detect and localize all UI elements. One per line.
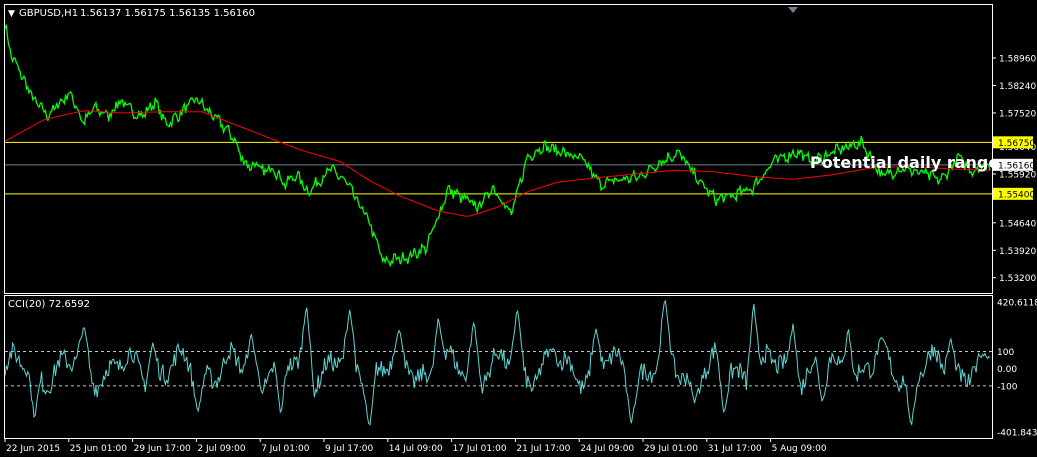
chart-symbol: GBPUSD,H1 [19, 8, 78, 19]
price-tick-label: 1.53920 [999, 247, 1036, 257]
price-tick-label: 1.58960 [999, 55, 1036, 65]
level-label: 1.55400 [998, 190, 1035, 200]
time-tick-label: 25 Jun 01:00 [70, 444, 127, 454]
indicator-panel-frame [4, 295, 993, 439]
shift-marker-icon[interactable] [788, 7, 798, 13]
cci-line [4, 299, 991, 426]
time-tick-label: 7 Jul 01:00 [261, 444, 310, 454]
price-tick-label: 1.58240 [999, 82, 1036, 92]
price-tick-label: 1.54640 [999, 219, 1036, 229]
time-tick-label: 21 Jul 17:00 [516, 444, 570, 454]
price-tick-label: 1.57520 [999, 109, 1036, 119]
cci-tick-label: 420.6118 [997, 299, 1037, 309]
time-tick-label: 17 Jul 01:00 [453, 444, 507, 454]
chart-canvas[interactable]: ▼ GBPUSD,H1 1.56137 1.56175 1.56135 1.56… [0, 0, 1037, 457]
price-series-line [4, 24, 991, 268]
time-tick-label: 24 Jul 09:00 [580, 444, 634, 454]
time-tick-label: 9 Jul 17:00 [325, 444, 374, 454]
cci-series-group [4, 299, 991, 426]
price-tick-label: 1.55920 [999, 170, 1036, 180]
level-label: 1.56160 [998, 161, 1035, 171]
cci-title: CCI(20) 72.6592 [8, 299, 90, 310]
time-tick-label: 2 Jul 09:00 [197, 444, 246, 454]
symbol-dropdown-icon[interactable]: ▼ [8, 9, 15, 19]
time-axis: 22 Jun 2015 25 Jun 01:00 29 Jun 17:00 2 Jul… [4, 438, 827, 454]
time-tick-label: 29 Jun 17:00 [134, 444, 191, 454]
time-tick-label: 31 Jul 17:00 [708, 444, 762, 454]
main-series-group [4, 24, 991, 268]
level-label: 1.56750 [998, 139, 1035, 149]
price-tick-label: 1.53200 [999, 274, 1036, 284]
ohlc-readout: 1.56137 1.56175 1.56135 1.56160 [80, 8, 255, 19]
time-tick-label: 29 Jul 01:00 [644, 444, 698, 454]
potential-range-annotation[interactable]: Potential daily range [810, 153, 999, 172]
cci-tick-label: -100 [997, 382, 1018, 392]
time-tick-label: 14 Jul 09:00 [389, 444, 443, 454]
cci-tick-label: 0.00 [997, 365, 1017, 375]
time-tick-label: 22 Jun 2015 [6, 444, 60, 454]
time-tick-label: 5 Aug 09:00 [772, 444, 827, 454]
cci-axis: 420.6118 100 0.00 -100 -401.8439 [5, 299, 1037, 439]
cci-tick-label: -401.8439 [997, 429, 1037, 439]
cci-tick-label: 100 [997, 348, 1014, 358]
